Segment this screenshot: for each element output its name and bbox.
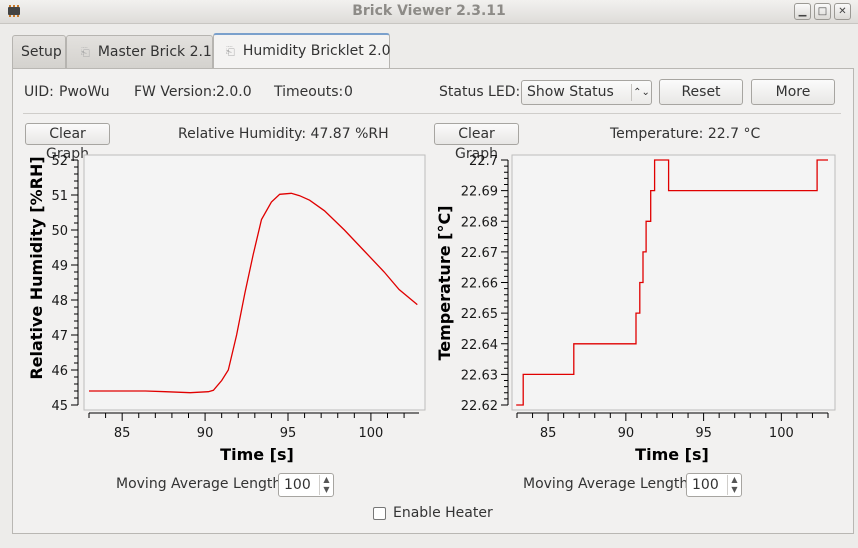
tab-master-brick[interactable]: ⎗ Master Brick 2.1 (66, 35, 213, 68)
temperature-moving-average-label: Moving Average Length: (523, 476, 693, 492)
reset-button[interactable]: Reset (659, 79, 743, 105)
enable-heater-label: Enable Heater (393, 505, 493, 521)
enable-heater-checkbox[interactable] (373, 507, 386, 520)
spinbox-value: 100 (284, 477, 311, 493)
spinbox-value: 100 (692, 477, 719, 493)
humidity-readout: Relative Humidity: 47.87 %RH (178, 126, 389, 142)
close-button[interactable]: ✕ (834, 3, 851, 20)
more-button[interactable]: More (751, 79, 835, 105)
window-title: Brick Viewer 2.3.11 (352, 3, 506, 19)
maximize-icon: □ (817, 6, 828, 17)
fw-version-value: 2.0.0 (216, 84, 252, 100)
tab-setup[interactable]: Setup (12, 35, 66, 68)
updown-arrows-icon: ⌃⌄ (631, 84, 651, 101)
spin-arrows-icon[interactable]: ▲ ▼ (727, 475, 741, 495)
detach-icon: ⎗ (226, 45, 235, 58)
tab-label: Master Brick 2.1 (97, 44, 212, 60)
temperature-clear-graph-button[interactable]: Clear Graph (434, 123, 519, 162)
temperature-moving-average-spinbox[interactable]: 100 ▲ ▼ (686, 473, 742, 497)
tab-label: Humidity Bricklet 2.0 (242, 43, 391, 59)
tab-humidity-bricklet[interactable]: ⎗ Humidity Bricklet 2.0 (213, 33, 391, 69)
humidity-moving-average-spinbox[interactable]: 100 ▲ ▼ (278, 473, 334, 497)
close-icon: ✕ (838, 6, 847, 17)
uid-value: PwoWu (59, 84, 110, 100)
minimize-icon: ▁ (798, 6, 807, 17)
spin-arrows-icon[interactable]: ▲ ▼ (319, 475, 333, 495)
temperature-readout: Temperature: 22.7 °C (610, 126, 761, 142)
timeouts-label: Timeouts: (274, 84, 344, 100)
uid-label: UID: (24, 84, 54, 100)
title-bar: Brick Viewer 2.3.11 ▁ □ ✕ (0, 0, 858, 24)
status-led-value: Show Status (527, 84, 614, 100)
bricklet-page: UID: PwoWu FW Version: 2.0.0 Timeouts: 0… (12, 68, 854, 534)
status-led-label: Status LED: (439, 84, 521, 100)
separator (23, 113, 841, 114)
timeouts-value: 0 (344, 84, 353, 100)
detach-icon: ⎗ (81, 46, 90, 59)
tab-label: Setup (21, 44, 62, 60)
humidity-clear-graph-button[interactable]: Clear Graph (25, 123, 110, 162)
humidity-moving-average-label: Moving Average Length: (116, 476, 286, 492)
status-led-select[interactable]: Show Status ⌃⌄ (521, 80, 652, 105)
fw-version-label: FW Version: (134, 84, 217, 100)
maximize-button[interactable]: □ (814, 3, 831, 20)
minimize-button[interactable]: ▁ (794, 3, 811, 20)
